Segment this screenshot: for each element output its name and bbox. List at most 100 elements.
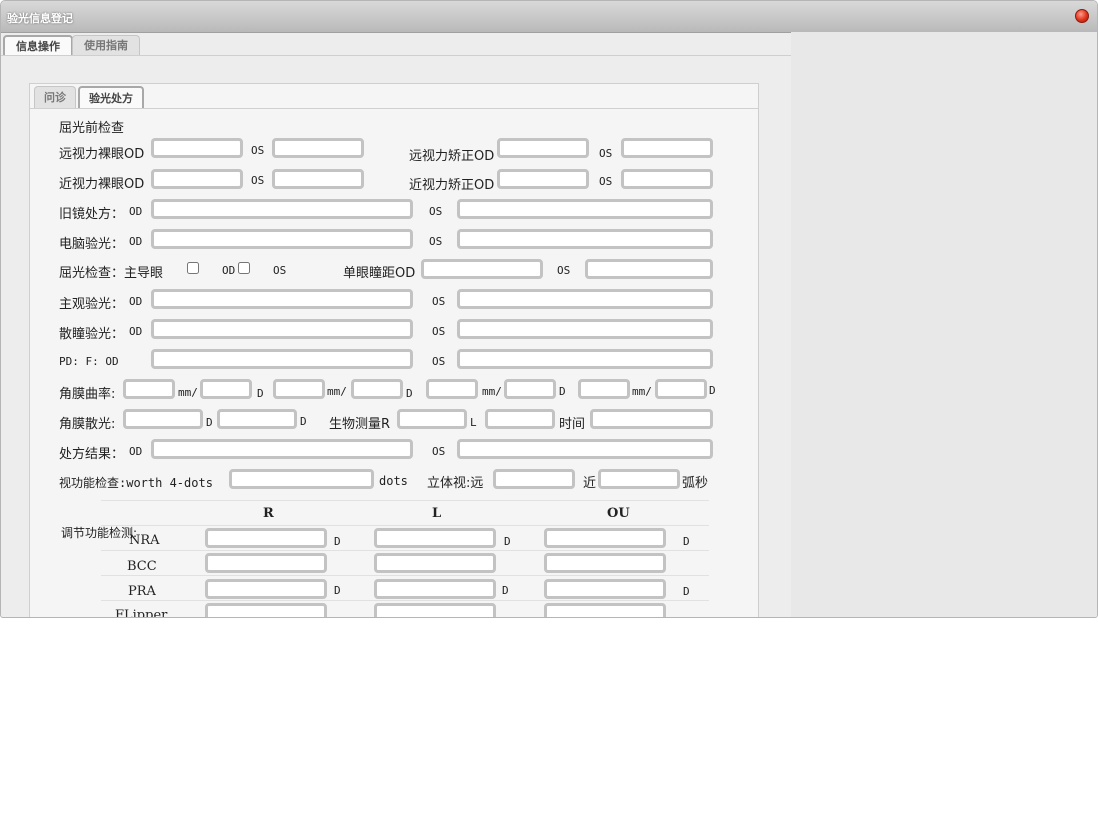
mm-unit: mm/: [632, 385, 652, 398]
mm-unit: mm/: [327, 385, 347, 398]
os-label: OS: [429, 205, 443, 218]
near-naked-os-input[interactable]: [272, 169, 364, 189]
nra-ou-input[interactable]: [544, 528, 666, 548]
near-naked-od-input[interactable]: [151, 169, 243, 189]
od-label: OD: [129, 325, 143, 338]
mono-pd-od-input[interactable]: [421, 259, 543, 279]
old-rx-label: 旧镜处方：: [59, 207, 125, 222]
astig-input-2[interactable]: [217, 409, 297, 429]
biometry-l-input[interactable]: [485, 409, 555, 429]
computer-rx-os-input[interactable]: [457, 229, 713, 249]
flipper-ou-input[interactable]: [544, 603, 666, 617]
d-unit: D: [334, 584, 341, 597]
right-background: [791, 32, 1097, 617]
pra-ou-input[interactable]: [544, 579, 666, 599]
biometry-l-label: L: [470, 416, 477, 429]
d-unit: D: [334, 535, 341, 548]
far-naked-os-input[interactable]: [272, 138, 364, 158]
time-input[interactable]: [590, 409, 713, 429]
pra-l-input[interactable]: [374, 579, 496, 599]
subjective-label: 主观验光：: [59, 297, 125, 312]
pd-od-input[interactable]: [151, 349, 413, 369]
near-corrected-od-input[interactable]: [497, 169, 589, 189]
mono-pd-os-input[interactable]: [585, 259, 713, 279]
col-header-ou: OU: [607, 506, 630, 521]
od-label: OD: [129, 295, 143, 308]
subjective-od-input[interactable]: [151, 289, 413, 309]
col-header-r: R: [263, 506, 274, 521]
worth-dots-input[interactable]: [229, 469, 374, 489]
col-header-l: L: [432, 506, 442, 521]
curvature-input-4[interactable]: [351, 379, 403, 399]
bcc-l-input[interactable]: [374, 553, 496, 573]
od-label: OD: [129, 205, 143, 218]
tab-optometry-rx[interactable]: 验光处方: [78, 86, 144, 108]
computer-rx-od-input[interactable]: [151, 229, 413, 249]
dilated-od-input[interactable]: [151, 319, 413, 339]
curvature-input-6[interactable]: [504, 379, 556, 399]
os-label: OS: [251, 174, 265, 187]
dots-unit: dots: [379, 474, 408, 488]
biometry-r-input[interactable]: [397, 409, 467, 429]
dominant-eye-os-checkbox[interactable]: [238, 262, 250, 274]
pd-os-input[interactable]: [457, 349, 713, 369]
d-unit: D: [559, 385, 566, 398]
stereo-near-input[interactable]: [598, 469, 680, 489]
stereo-label: 立体视:远: [427, 476, 484, 491]
astig-label: 角膜散光:: [59, 417, 116, 432]
flipper-l-input[interactable]: [374, 603, 496, 617]
astig-input-1[interactable]: [123, 409, 203, 429]
old-rx-od-input[interactable]: [151, 199, 413, 219]
table-divider: [101, 575, 709, 576]
os-label: OS: [557, 264, 571, 277]
biometry-label: 生物测量R: [329, 417, 391, 432]
mm-unit: mm/: [178, 386, 198, 399]
far-corrected-od-input[interactable]: [497, 138, 589, 158]
dominant-eye-od-checkbox[interactable]: [187, 262, 199, 274]
table-divider: [101, 600, 709, 601]
dilated-label: 散瞳验光：: [59, 327, 125, 342]
result-od-input[interactable]: [151, 439, 413, 459]
window-title: 验光信息登记: [7, 12, 73, 25]
os-label: OS: [273, 264, 287, 277]
curvature-input-2[interactable]: [200, 379, 252, 399]
curvature-input-7[interactable]: [578, 379, 630, 399]
time-label: 时间: [559, 417, 586, 432]
nra-r-input[interactable]: [205, 528, 327, 548]
arcsec-unit: 弧秒: [682, 476, 709, 491]
d-unit: D: [257, 387, 264, 400]
old-rx-os-input[interactable]: [457, 199, 713, 219]
os-label: OS: [432, 445, 446, 458]
d-unit: D: [709, 384, 716, 397]
table-divider: [101, 500, 709, 501]
nra-l-input[interactable]: [374, 528, 496, 548]
curvature-input-5[interactable]: [426, 379, 478, 399]
stereo-far-input[interactable]: [493, 469, 575, 489]
mono-pd-label: 单眼瞳距OD: [343, 266, 416, 281]
bcc-ou-input[interactable]: [544, 553, 666, 573]
tab-info-operation[interactable]: 信息操作: [3, 35, 73, 55]
close-icon[interactable]: [1075, 9, 1089, 23]
curvature-input-3[interactable]: [273, 379, 325, 399]
pra-r-input[interactable]: [205, 579, 327, 599]
curvature-input-8[interactable]: [655, 379, 707, 399]
os-label: OS: [599, 147, 613, 160]
tab-user-guide[interactable]: 使用指南: [72, 35, 140, 55]
od-label: OD: [129, 235, 143, 248]
subjective-os-input[interactable]: [457, 289, 713, 309]
flipper-r-input[interactable]: [205, 603, 327, 617]
tab-inquiry[interactable]: 问诊: [34, 86, 76, 108]
far-corrected-os-input[interactable]: [621, 138, 713, 158]
inner-tab-bar: 问诊 验光处方: [30, 84, 758, 109]
curvature-input-1[interactable]: [123, 379, 175, 399]
near-naked-label: 近视力裸眼OD: [59, 177, 145, 192]
dilated-os-input[interactable]: [457, 319, 713, 339]
near-corrected-os-input[interactable]: [621, 169, 713, 189]
dialog-window: 验光信息登记 信息操作 使用指南 问诊 验光处方 屈光前检查 远视力裸眼OD O…: [0, 0, 1098, 618]
os-label: OS: [599, 175, 613, 188]
result-os-input[interactable]: [457, 439, 713, 459]
accommodation-label: 调节功能检测:: [61, 526, 138, 540]
far-naked-od-input[interactable]: [151, 138, 243, 158]
bcc-r-input[interactable]: [205, 553, 327, 573]
os-label: OS: [429, 235, 443, 248]
